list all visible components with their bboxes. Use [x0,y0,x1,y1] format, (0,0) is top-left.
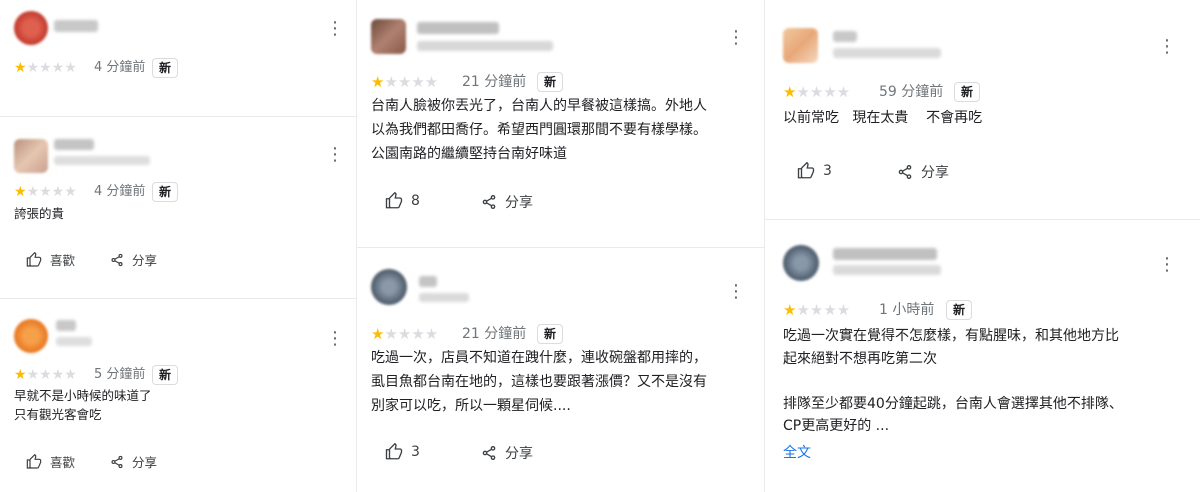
like-button[interactable]: 喜歡 [26,452,75,471]
avatar[interactable] [783,245,819,281]
review-text: 誇張的貴 [14,206,65,221]
review-card: ⋮ ★★★★★ 4 分鐘前 新 誇張的貴 喜歡 分享 [0,117,356,297]
more-options-icon[interactable]: ⋮ [1158,38,1176,56]
avatar[interactable] [14,139,48,173]
review-text: 早就不是小時候的味道了 只有觀光客會吃 [14,388,152,422]
avatar[interactable] [371,269,407,305]
reviewer-meta-redacted [54,156,150,165]
new-badge: 新 [954,82,981,102]
new-badge: 新 [152,182,179,202]
like-count: 8 [411,193,420,209]
more-options-icon[interactable]: ⋮ [326,330,344,348]
review-card: ⋮ ★★★★★ 5 分鐘前 新 早就不是小時候的味道了 只有觀光客會吃 喜歡 分… [0,299,356,492]
share-label: 分享 [921,165,949,181]
more-options-icon[interactable]: ⋮ [727,283,745,301]
share-label: 分享 [505,446,533,462]
share-label: 分享 [132,253,158,268]
like-button[interactable]: 3 [797,162,832,180]
review-card: ⋮ ★★★★★ 21 分鐘前 新 台南人臉被你丟光了，台南人的早餐被這樣搞。外地… [357,0,764,246]
share-button[interactable]: 分享 [110,452,157,471]
share-icon [111,253,123,266]
share-button[interactable]: 分享 [481,192,533,212]
review-time: 59 分鐘前 [879,84,944,100]
star-rating: ★★★★★ [371,73,439,91]
like-count: 3 [823,163,832,179]
review-text: 以前常吃 現在太貴 不會再吃 [783,110,983,126]
star-rating: ★★★★★ [14,367,77,383]
review-time: 21 分鐘前 [462,74,527,90]
share-label: 分享 [505,195,533,211]
new-badge: 新 [152,365,179,385]
review-card: ⋮ ★★★★★ 4 分鐘前 新 [0,0,356,115]
share-button[interactable]: 分享 [897,162,949,182]
reviewer-name-redacted[interactable] [833,31,857,42]
new-badge: 新 [537,324,564,344]
review-text: 吃過一次實在覺得不怎麼樣，有點腥味，和其他地方比 起來絕對不想再吃第二次 排隊至… [783,328,1123,434]
review-card: ⋮ ★★★★★ 59 分鐘前 新 以前常吃 現在太貴 不會再吃 3 分享 [765,0,1200,218]
like-label: 喜歡 [50,253,76,268]
star-rating: ★★★★★ [14,60,77,76]
reviewer-name-redacted[interactable] [54,139,94,150]
thumbs-up-icon [26,453,42,469]
share-icon [482,446,496,460]
star-rating: ★★★★★ [783,301,851,319]
reviewer-meta-redacted [833,265,941,275]
reviewer-name-redacted[interactable] [56,320,76,331]
reviewer-meta-redacted [419,293,469,302]
like-button[interactable]: 8 [385,192,420,210]
thumbs-up-icon [385,443,403,460]
review-text: 吃過一次，店員不知道在跩什麼，連收碗盤都用摔的， 虱目魚都台南在地的，這樣也要跟… [371,350,707,414]
read-more-link[interactable]: 全文 [783,442,811,462]
review-card: ⋮ ★★★★★ 1 小時前 新 吃過一次實在覺得不怎麼樣，有點腥味，和其他地方比… [765,220,1200,492]
share-button[interactable]: 分享 [110,250,157,269]
new-badge: 新 [946,300,973,320]
reviewer-name-redacted[interactable] [417,22,499,34]
review-text: 台南人臉被你丟光了，台南人的早餐被這樣搞。外地人 以為我們都田喬仔。希望西門圓環… [371,98,707,162]
more-options-icon[interactable]: ⋮ [326,146,344,164]
share-icon [482,195,496,209]
share-button[interactable]: 分享 [481,443,533,463]
like-count: 3 [411,444,420,460]
like-button[interactable]: 喜歡 [26,250,75,269]
reviewer-name-redacted[interactable] [54,20,98,32]
star-rating: ★★★★★ [371,325,439,343]
new-badge: 新 [152,58,179,78]
review-time: 5 分鐘前 [94,367,146,382]
share-icon [898,165,912,179]
thumbs-up-icon [26,251,42,267]
share-icon [111,455,123,468]
new-badge: 新 [537,72,564,92]
like-button[interactable]: 3 [385,443,420,461]
review-time: 1 小時前 [879,302,935,318]
avatar[interactable] [371,19,406,54]
share-label: 分享 [132,455,158,470]
more-options-icon[interactable]: ⋮ [1158,256,1176,274]
star-rating: ★★★★★ [783,83,851,101]
avatar[interactable] [14,11,48,45]
avatar[interactable] [14,319,48,353]
review-card: ⋮ ★★★★★ 21 分鐘前 新 吃過一次，店員不知道在跩什麼，連收碗盤都用摔的… [357,248,764,492]
reviewer-name-redacted[interactable] [833,248,937,260]
review-time: 21 分鐘前 [462,326,527,342]
like-label: 喜歡 [50,455,76,470]
more-options-icon[interactable]: ⋮ [326,20,344,38]
more-options-icon[interactable]: ⋮ [727,29,745,47]
reviewer-name-redacted[interactable] [419,276,437,287]
review-time: 4 分鐘前 [94,184,146,199]
thumbs-up-icon [797,162,815,179]
star-rating: ★★★★★ [14,184,77,200]
reviewer-meta-redacted [56,337,92,346]
avatar[interactable] [783,28,818,63]
thumbs-up-icon [385,192,403,209]
reviewer-meta-redacted [833,48,941,58]
review-time: 4 分鐘前 [94,60,146,75]
reviewer-meta-redacted [417,41,553,51]
